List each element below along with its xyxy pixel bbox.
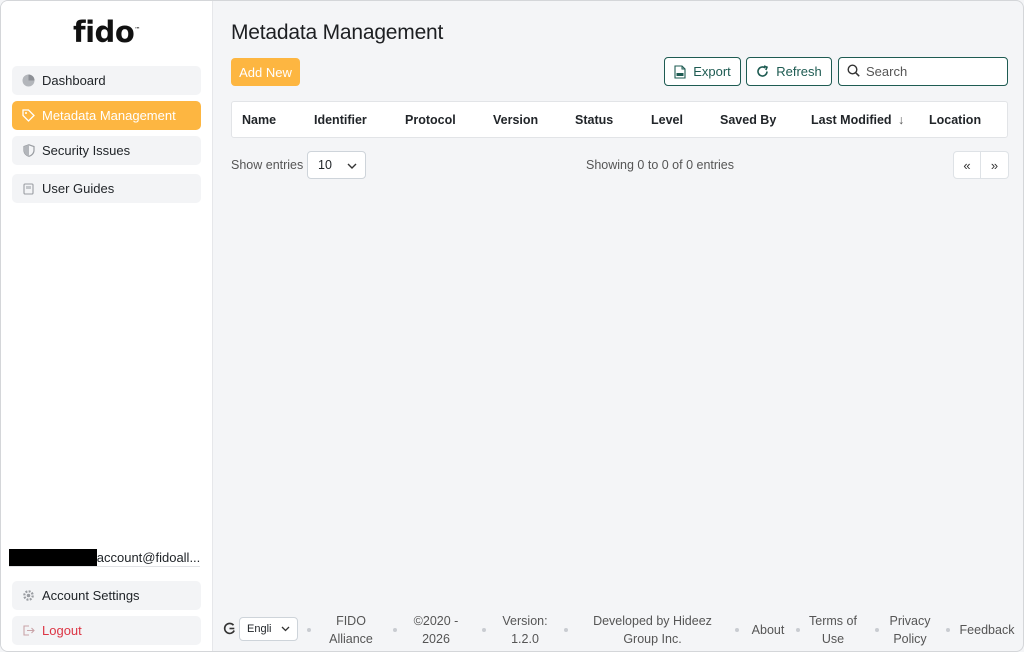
page-title: Metadata Management (231, 21, 444, 44)
footer-separator (735, 628, 739, 632)
footer-text-line: Alliance (329, 632, 373, 646)
refresh-label: Refresh (776, 64, 822, 79)
export-button[interactable]: Export (664, 57, 741, 86)
sidebar: fido™ Dashboard Metadata Management Secu… (1, 1, 213, 651)
footer-text-line: FIDO (336, 614, 366, 628)
column-header-label: Last Modified (811, 113, 892, 127)
sidebar-item-dashboard[interactable]: Dashboard (12, 66, 201, 95)
shield-icon (22, 144, 35, 157)
redacted-username (9, 549, 97, 566)
refresh-icon (756, 65, 769, 78)
account-settings-button[interactable]: Account Settings (12, 581, 201, 610)
footer-text-line: ©2020 - (413, 614, 459, 628)
footer-text-line: Privacy (889, 614, 931, 628)
search-icon (847, 63, 860, 80)
table-header: Name Identifier Protocol Version Status … (231, 101, 1008, 138)
footer: Engli FIDO Alliance ©2020 - 2026 Version… (213, 607, 1023, 651)
version-text: Version: 1.2.0 (499, 612, 551, 648)
sidebar-item-label: Dashboard (42, 73, 106, 88)
csv-file-icon (674, 64, 686, 79)
developer-link[interactable]: Developed by Hideez Group Inc. (590, 612, 715, 648)
column-header-name[interactable]: Name (242, 113, 276, 127)
user-email: account@fidoall... (96, 550, 200, 565)
fido-logo[interactable]: fido™ (73, 15, 140, 49)
column-header-protocol[interactable]: Protocol (405, 113, 456, 127)
user-account-line: account@fidoall... (9, 549, 200, 567)
sidebar-item-label: User Guides (42, 181, 115, 196)
main-content: Metadata Management Add New Export Refre… (213, 1, 1023, 651)
column-header-level[interactable]: Level (651, 113, 683, 127)
chevron-down-icon (347, 158, 357, 172)
footer-separator (482, 628, 486, 632)
footer-separator (946, 628, 950, 632)
add-new-button[interactable]: Add New (231, 58, 300, 86)
column-header-status[interactable]: Status (575, 113, 613, 127)
copyright-text: ©2020 - 2026 (410, 612, 462, 648)
footer-separator (307, 628, 311, 632)
column-header-location[interactable]: Location (929, 113, 981, 127)
app-window: fido™ Dashboard Metadata Management Secu… (0, 0, 1024, 652)
footer-text-line: Use (821, 632, 845, 646)
footer-text-line: 2026 (422, 632, 450, 646)
showing-entries-text: Showing 0 to 0 of 0 entries (586, 158, 735, 172)
sidebar-item-metadata-management[interactable]: Metadata Management (12, 101, 201, 130)
column-header-version[interactable]: Version (493, 113, 538, 127)
footer-separator (393, 628, 397, 632)
fido-alliance-link[interactable]: FIDO Alliance (326, 612, 376, 648)
gear-icon (22, 589, 35, 602)
footer-text-line: 1.2.0 (511, 632, 539, 646)
search-box[interactable] (838, 57, 1008, 86)
column-header-identifier[interactable]: Identifier (314, 113, 367, 127)
logout-label: Logout (42, 623, 82, 638)
account-settings-label: Account Settings (42, 588, 140, 603)
footer-text-line: Policy (893, 632, 927, 646)
footer-separator (564, 628, 568, 632)
search-input[interactable] (866, 64, 996, 79)
sidebar-item-security-issues[interactable]: Security Issues (12, 136, 201, 165)
show-entries-label: Show entries (231, 158, 304, 172)
feedback-link[interactable]: Feedback (959, 621, 1015, 639)
sidebar-item-user-guides[interactable]: User Guides (12, 174, 201, 203)
previous-page-button[interactable]: « (953, 151, 981, 179)
footer-text-line: Developed by Hideez (593, 614, 712, 628)
book-icon (22, 182, 35, 195)
footer-text-line: Terms of (809, 614, 857, 628)
logout-icon (22, 624, 35, 637)
pie-chart-icon (22, 74, 35, 87)
footer-separator (796, 628, 800, 632)
language-globe-icon (223, 622, 236, 638)
refresh-button[interactable]: Refresh (746, 57, 832, 86)
about-link[interactable]: About (748, 621, 788, 639)
logout-button[interactable]: Logout (12, 616, 201, 645)
language-value: Engli (247, 623, 272, 635)
sort-arrow-icon: ↓ (898, 113, 905, 127)
next-page-button[interactable]: » (981, 151, 1009, 179)
privacy-policy-link[interactable]: Privacy Policy (887, 612, 933, 648)
column-header-last-modified[interactable]: Last Modified ↓ (811, 113, 904, 127)
footer-text-line: Group Inc. (623, 632, 682, 646)
trademark-mark: ™ (134, 26, 140, 34)
logo-text: fido (73, 15, 135, 49)
pagination: « » (953, 151, 1009, 179)
sidebar-item-label: Metadata Management (42, 108, 176, 123)
language-select[interactable]: Engli (239, 617, 298, 641)
chevron-down-icon (281, 623, 290, 635)
entries-value: 10 (318, 158, 332, 172)
sidebar-item-label: Security Issues (42, 143, 131, 158)
terms-of-use-link[interactable]: Terms of Use (807, 612, 859, 648)
tag-icon (22, 109, 35, 122)
column-header-saved-by[interactable]: Saved By (720, 113, 776, 127)
entries-per-page-select[interactable]: 10 (307, 151, 366, 179)
export-label: Export (693, 64, 731, 79)
footer-text-line: Version: (502, 614, 548, 628)
footer-separator (875, 628, 879, 632)
